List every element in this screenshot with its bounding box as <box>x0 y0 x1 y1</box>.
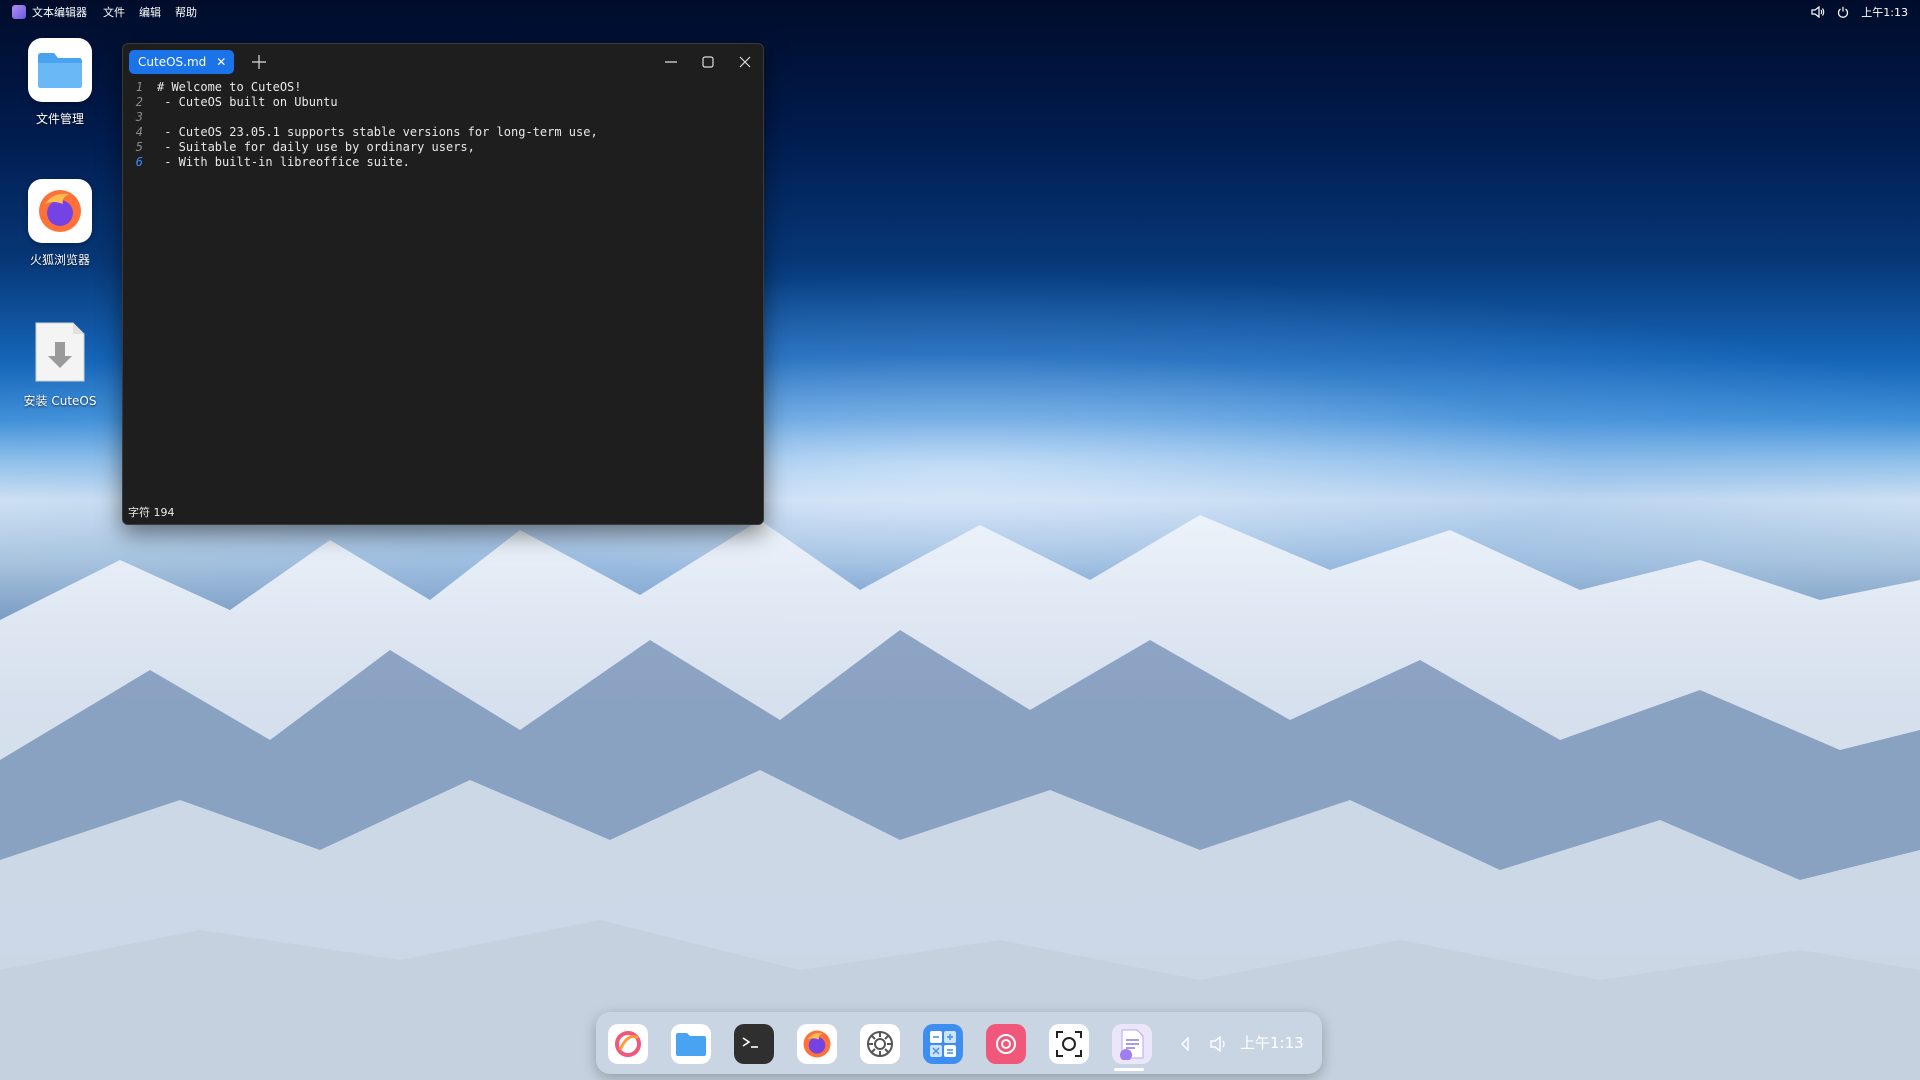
line-text: - Suitable for daily use by ordinary use… <box>157 140 475 154</box>
plus-icon <box>252 55 266 69</box>
menu-file[interactable]: 文件 <box>103 4 125 20</box>
line-number: 1 <box>135 80 143 94</box>
folder-icon <box>28 38 92 102</box>
firefox-icon <box>28 179 92 243</box>
minimize-icon <box>665 61 677 63</box>
wallpaper-mountains <box>0 515 1920 1080</box>
editor-text-area[interactable]: 1 # Welcome to CuteOS! 2 - CuteOS built o… <box>123 80 763 504</box>
tab-title: CuteOS.md <box>138 55 207 69</box>
screenshot-icon[interactable] <box>1049 1024 1089 1064</box>
new-tab-button[interactable] <box>247 50 271 74</box>
launcher-icon[interactable] <box>608 1024 648 1064</box>
text-editor-icon[interactable] <box>1112 1024 1152 1064</box>
desktop-icon-install-cuteos[interactable]: 安装 CuteOS <box>10 320 110 409</box>
text-editor-icon <box>12 5 26 19</box>
volume-icon[interactable] <box>1210 1024 1228 1064</box>
topbar-clock[interactable]: 上午1:13 <box>1861 4 1908 20</box>
desktop-icon-label: 火狐浏览器 <box>29 253 90 267</box>
line-number: 4 <box>135 125 143 139</box>
firefox-icon[interactable] <box>797 1024 837 1064</box>
line-text: - CuteOS 23.05.1 supports stable version… <box>157 125 598 139</box>
maximize-button[interactable] <box>698 52 718 72</box>
text-editor-window: CuteOS.md ✕ 1 # Welcome to CuteOS! 2 - Cu… <box>122 43 764 525</box>
close-tab-icon[interactable]: ✕ <box>216 56 226 68</box>
close-window-button[interactable] <box>735 52 755 72</box>
line-number: 3 <box>135 110 143 124</box>
terminal-icon[interactable] <box>734 1024 774 1064</box>
editor-line: 6 - With built-in libreoffice suite. <box>123 155 763 170</box>
line-number: 5 <box>135 140 143 154</box>
editor-line: 4 - CuteOS 23.05.1 supports stable versi… <box>123 125 763 140</box>
minimize-button[interactable] <box>661 52 681 72</box>
editor-line: 3 <box>123 110 763 125</box>
maximize-icon <box>702 56 714 68</box>
tab-cuteos-md[interactable]: CuteOS.md ✕ <box>129 50 235 74</box>
line-text: - With built-in libreoffice suite. <box>157 155 410 169</box>
line-number: 2 <box>135 95 143 109</box>
editor-line: 5 - Suitable for daily use by ordinary u… <box>123 140 763 155</box>
volume-icon[interactable] <box>1811 6 1825 18</box>
top-menu-bar: 文本编辑器 文件 编辑 帮助 上午1:13 <box>0 0 1920 24</box>
line-text: # Welcome to CuteOS! <box>157 80 302 94</box>
active-app-indicator <box>1114 1068 1144 1071</box>
desktop-icon-firefox[interactable]: 火狐浏览器 <box>10 179 110 268</box>
screen-recorder-icon[interactable] <box>986 1024 1026 1064</box>
settings-icon[interactable] <box>860 1024 900 1064</box>
window-titlebar[interactable]: CuteOS.md ✕ <box>123 44 763 80</box>
menu-help[interactable]: 帮助 <box>175 4 197 20</box>
dock-clock[interactable]: 上午1:13 <box>1240 1032 1304 1053</box>
line-text: - CuteOS built on Ubuntu <box>157 95 338 109</box>
menu-edit[interactable]: 编辑 <box>139 4 161 20</box>
install-icon <box>28 320 92 384</box>
line-number-active: 6 <box>135 155 143 169</box>
status-bar-char-count: 字符 194 <box>123 502 763 524</box>
files-icon[interactable] <box>671 1024 711 1064</box>
close-icon <box>739 56 751 68</box>
editor-line: 1 # Welcome to CuteOS! <box>123 80 763 95</box>
dock: 上午1:13 <box>596 1012 1322 1074</box>
desktop-icon-label: 安装 CuteOS <box>23 394 97 408</box>
editor-line: 2 - CuteOS built on Ubuntu <box>123 95 763 110</box>
app-name[interactable]: 文本编辑器 <box>32 4 87 20</box>
desktop-icon-file-manager[interactable]: 文件管理 <box>10 38 110 127</box>
desktop-icon-label: 文件管理 <box>35 112 84 126</box>
calculator-icon[interactable] <box>923 1024 963 1064</box>
collapse-arrow-icon[interactable] <box>1180 1024 1190 1064</box>
power-icon[interactable] <box>1837 6 1849 18</box>
